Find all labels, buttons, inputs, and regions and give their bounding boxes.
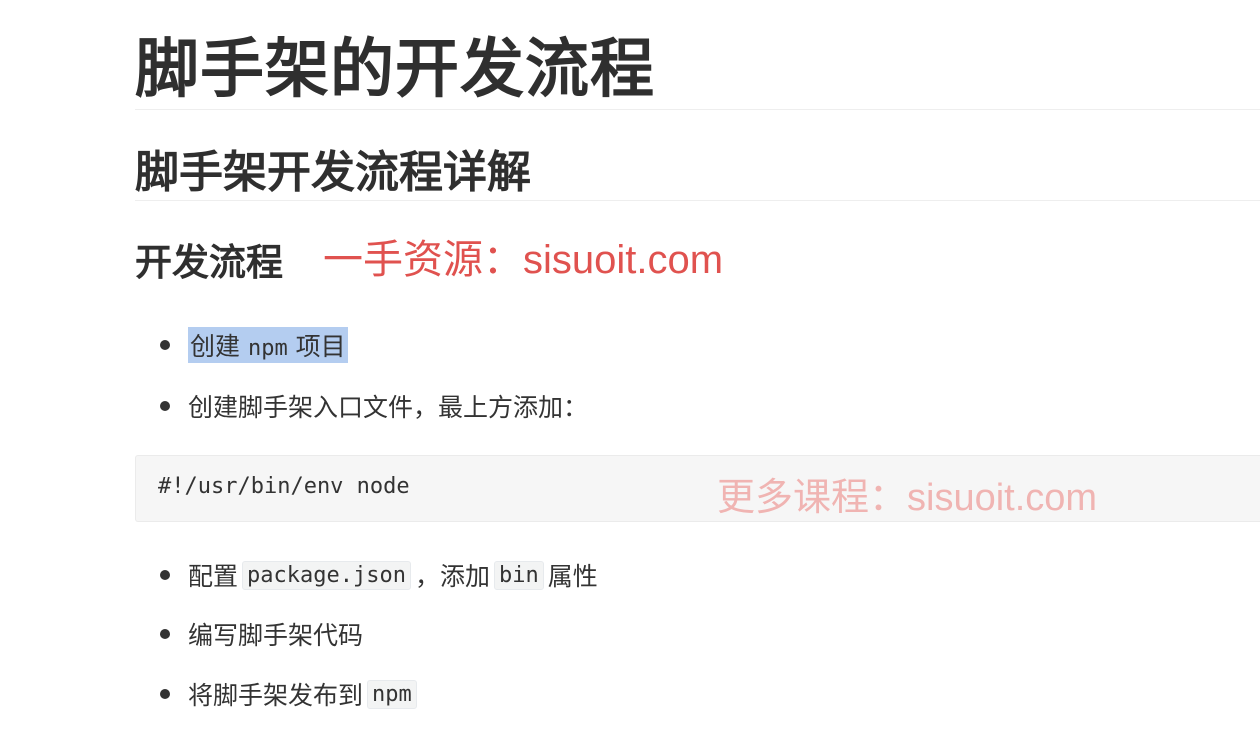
- step3-middle: ，添加: [414, 562, 490, 591]
- section-divider: [135, 200, 1260, 201]
- step1-suffix: 项目: [295, 332, 346, 361]
- list-item-write-code: 编写脚手架代码: [160, 614, 363, 654]
- subsection-heading: 开发流程: [135, 241, 283, 284]
- bullet-icon: [160, 629, 170, 639]
- selected-text[interactable]: 创建 npm 项目: [188, 327, 348, 363]
- step1-code: npm: [247, 336, 288, 361]
- step5-code-npm: npm: [367, 679, 417, 709]
- step4-text: 编写脚手架代码: [188, 621, 364, 650]
- code-line: #!/usr/bin/env node: [158, 474, 410, 499]
- step5-prefix: 将脚手架发布到: [188, 681, 364, 710]
- step3-code-package-json: package.json: [242, 560, 411, 590]
- list-item-entry-file: 创建脚手架入口文件，最上方添加：: [160, 386, 588, 426]
- watermark-top: 一手资源：sisuoit.com: [323, 238, 724, 282]
- title-divider: [135, 109, 1260, 110]
- step3-prefix: 配置: [188, 562, 239, 591]
- code-block[interactable]: #!/usr/bin/env node 更多课程：sisuoit.com: [135, 455, 1260, 522]
- list-item-create-npm[interactable]: 创建 npm 项目: [160, 325, 348, 365]
- bullet-icon: [160, 570, 170, 580]
- step3-code-bin: bin: [493, 560, 544, 590]
- page-title: 脚手架的开发流程: [135, 33, 655, 107]
- step2-text: 创建脚手架入口文件，最上方添加：: [188, 393, 589, 422]
- document-page: 脚手架的开发流程 脚手架开发流程详解 开发流程 一手资源：sisuoit.com…: [0, 0, 1260, 739]
- step3-suffix: 属性: [547, 562, 598, 591]
- list-item-config-package: 配置 package.json ，添加 bin 属性: [160, 555, 598, 595]
- bullet-icon: [160, 689, 170, 699]
- bullet-icon: [160, 401, 170, 411]
- watermark-code: 更多课程：sisuoit.com: [717, 477, 1098, 519]
- section-heading: 脚手架开发流程详解: [135, 147, 531, 198]
- list-item-publish: 将脚手架发布到 npm: [160, 674, 421, 714]
- bullet-icon: [160, 340, 170, 350]
